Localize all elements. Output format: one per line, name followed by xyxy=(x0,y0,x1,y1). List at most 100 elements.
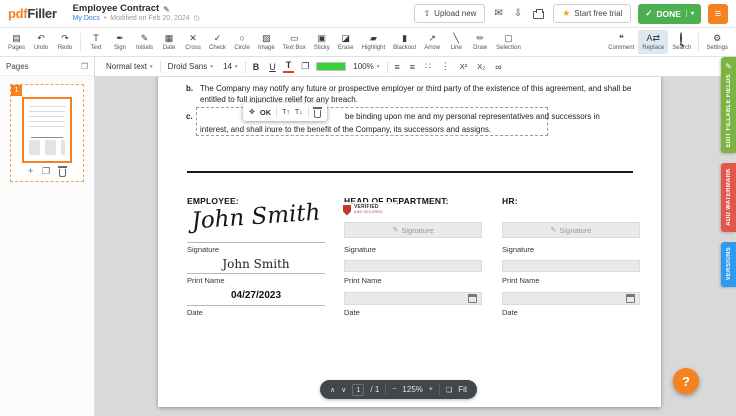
edit-fillable-fields-tab[interactable]: ✎ EDIT FILLABLE FIELDS xyxy=(721,57,736,153)
breadcrumb-my-docs[interactable]: My Docs xyxy=(73,15,100,23)
font-family-select[interactable]: Droid Sans▾ xyxy=(165,60,216,73)
menu-button[interactable]: ≡ xyxy=(708,4,728,24)
hod-print-name-field[interactable] xyxy=(344,260,482,272)
pen-icon: ✎ xyxy=(393,226,399,234)
tool-redo[interactable]: ↷Redo xyxy=(53,28,77,56)
tool-replace[interactable]: A⇄Replace xyxy=(638,30,668,54)
tool-circle[interactable]: ○Circle xyxy=(230,28,254,56)
tool-settings[interactable]: ⚙Settings xyxy=(702,28,732,56)
main-toolbar: ▤Pages ↶Undo ↷Redo TText ✒Sign ✎Initials… xyxy=(0,28,736,57)
fit-icon[interactable]: ❏ xyxy=(446,386,452,394)
fit-label[interactable]: Fit xyxy=(458,385,467,394)
initials-icon: ✎ xyxy=(141,33,149,44)
upload-new-button[interactable]: ⇧ Upload new xyxy=(414,4,485,23)
align-left-button[interactable]: ≡ xyxy=(392,61,403,73)
add-page-icon[interactable]: + xyxy=(28,166,33,176)
page-thumbnail[interactable] xyxy=(22,97,72,163)
tool-image[interactable]: ▨Image xyxy=(254,28,279,56)
edit-title-icon[interactable]: ✎ xyxy=(163,5,170,14)
text-color-button[interactable]: T xyxy=(283,60,295,73)
page-down-icon[interactable]: ∨ xyxy=(341,386,346,394)
copy-format-button[interactable]: ❐ xyxy=(298,60,312,73)
tool-selection[interactable]: ▢Selection xyxy=(492,28,525,56)
chevron-down-icon: ▾ xyxy=(210,64,213,70)
tool-comment[interactable]: ❝Comment xyxy=(604,28,638,56)
date-label: Date xyxy=(187,308,203,317)
tool-arrow[interactable]: ↗Arrow xyxy=(420,28,444,56)
tool-draw[interactable]: ✏Draw xyxy=(468,28,492,56)
employee-date-value[interactable]: 04/27/2023 xyxy=(187,290,325,301)
zoom-in-icon[interactable]: + xyxy=(429,386,433,393)
sign-icon: ✒ xyxy=(116,33,124,44)
hr-print-name-field[interactable] xyxy=(502,260,640,272)
tool-textbox[interactable]: ▭Text Box xyxy=(279,28,310,56)
download-button[interactable]: ⇩ xyxy=(512,8,524,19)
zoom-level[interactable]: 125% xyxy=(402,385,422,394)
start-free-trial-button[interactable]: ★ Start free trial xyxy=(553,4,631,23)
done-caret-icon: ▾ xyxy=(686,10,694,17)
help-button[interactable]: ? xyxy=(673,368,699,394)
page-number-input[interactable]: 1 xyxy=(352,384,364,396)
font-increase-icon[interactable]: T↑ xyxy=(282,109,290,116)
right-side-tabs: ✎ EDIT FILLABLE FIELDS ADD WATERMARK VER… xyxy=(721,57,736,287)
font-size-select[interactable]: 14▾ xyxy=(220,60,241,73)
tool-erase[interactable]: ◪Erase xyxy=(334,28,358,56)
delete-page-icon[interactable] xyxy=(59,169,66,177)
done-button[interactable]: ✓ DONE ▾ xyxy=(638,4,701,24)
duplicate-page-icon[interactable]: ❐ xyxy=(42,166,50,177)
page-options-icon[interactable]: ❐ xyxy=(81,62,88,71)
subscript-button[interactable]: X₂ xyxy=(474,61,488,72)
tool-blackout[interactable]: ▮Blackout xyxy=(389,28,420,56)
zoom-select[interactable]: 100%▾ xyxy=(350,60,382,73)
message-icon: ✉ xyxy=(494,8,502,19)
message-button[interactable]: ✉ xyxy=(492,8,504,19)
employee-print-name-value[interactable]: John Smith xyxy=(187,257,325,271)
add-watermark-tab[interactable]: ADD WATERMARK xyxy=(721,163,736,232)
bold-button[interactable]: B xyxy=(250,61,263,73)
tool-date[interactable]: ▦Date xyxy=(157,28,181,56)
redo-icon: ↷ xyxy=(61,33,69,44)
tool-highlight[interactable]: ▰Highlight xyxy=(358,28,389,56)
date-label: Date xyxy=(502,308,518,317)
done-label: DONE xyxy=(656,9,681,19)
tool-initials[interactable]: ✎Initials xyxy=(132,28,157,56)
pencil-icon: ✎ xyxy=(725,62,732,71)
link-button[interactable]: ∞ xyxy=(492,61,504,73)
signature-label: Signature xyxy=(502,245,534,254)
underline-button[interactable]: U xyxy=(266,61,279,73)
highlight-color-swatch[interactable] xyxy=(316,62,346,71)
paragraph-style-select[interactable]: Normal text▾ xyxy=(103,60,156,73)
hod-date-field[interactable] xyxy=(344,292,482,305)
tool-check[interactable]: ✓Check xyxy=(205,28,230,56)
signature-label: Signature xyxy=(187,245,219,254)
align-center-button[interactable]: ≡ xyxy=(407,61,418,73)
signature-line xyxy=(187,242,325,243)
hr-date-field[interactable] xyxy=(502,292,640,305)
tool-text[interactable]: TText xyxy=(84,28,108,56)
tool-pages[interactable]: ▤Pages xyxy=(4,28,29,56)
modified-date: Modified on Feb 20, 2024 xyxy=(110,15,189,23)
tool-sign[interactable]: ✒Sign xyxy=(108,28,132,56)
tool-search[interactable]: Search xyxy=(668,28,695,56)
print-button[interactable] xyxy=(531,8,546,19)
versions-tab[interactable]: VERSIONS xyxy=(721,242,736,286)
image-icon: ▨ xyxy=(262,33,271,44)
hr-signature-field[interactable]: ✎ Signature xyxy=(502,222,640,238)
numbered-list-button[interactable]: ⋮ xyxy=(438,60,453,73)
page-up-icon[interactable]: ∧ xyxy=(330,386,335,394)
tool-line[interactable]: ╲Line xyxy=(444,28,468,56)
tool-sticky[interactable]: ▣Sticky xyxy=(310,28,334,56)
bullet-list-button[interactable]: ∷ xyxy=(422,60,434,73)
zoom-out-icon[interactable]: − xyxy=(392,386,396,393)
font-decrease-icon[interactable]: T↓ xyxy=(295,109,303,116)
hod-signature-field[interactable]: ✎ Signature xyxy=(344,222,482,238)
document-canvas: b. The Company may notify any future or … xyxy=(95,77,736,416)
tool-undo[interactable]: ↶Undo xyxy=(29,28,53,56)
logo-filler: Filler xyxy=(27,6,56,21)
superscript-button[interactable]: X² xyxy=(457,61,471,72)
pdffiller-logo[interactable]: pdfFiller xyxy=(8,6,57,21)
move-icon[interactable]: ✥ xyxy=(249,108,255,116)
tool-cross[interactable]: ✕Cross xyxy=(181,28,205,56)
delete-icon[interactable] xyxy=(314,110,321,118)
ok-button[interactable]: OK xyxy=(260,108,271,117)
